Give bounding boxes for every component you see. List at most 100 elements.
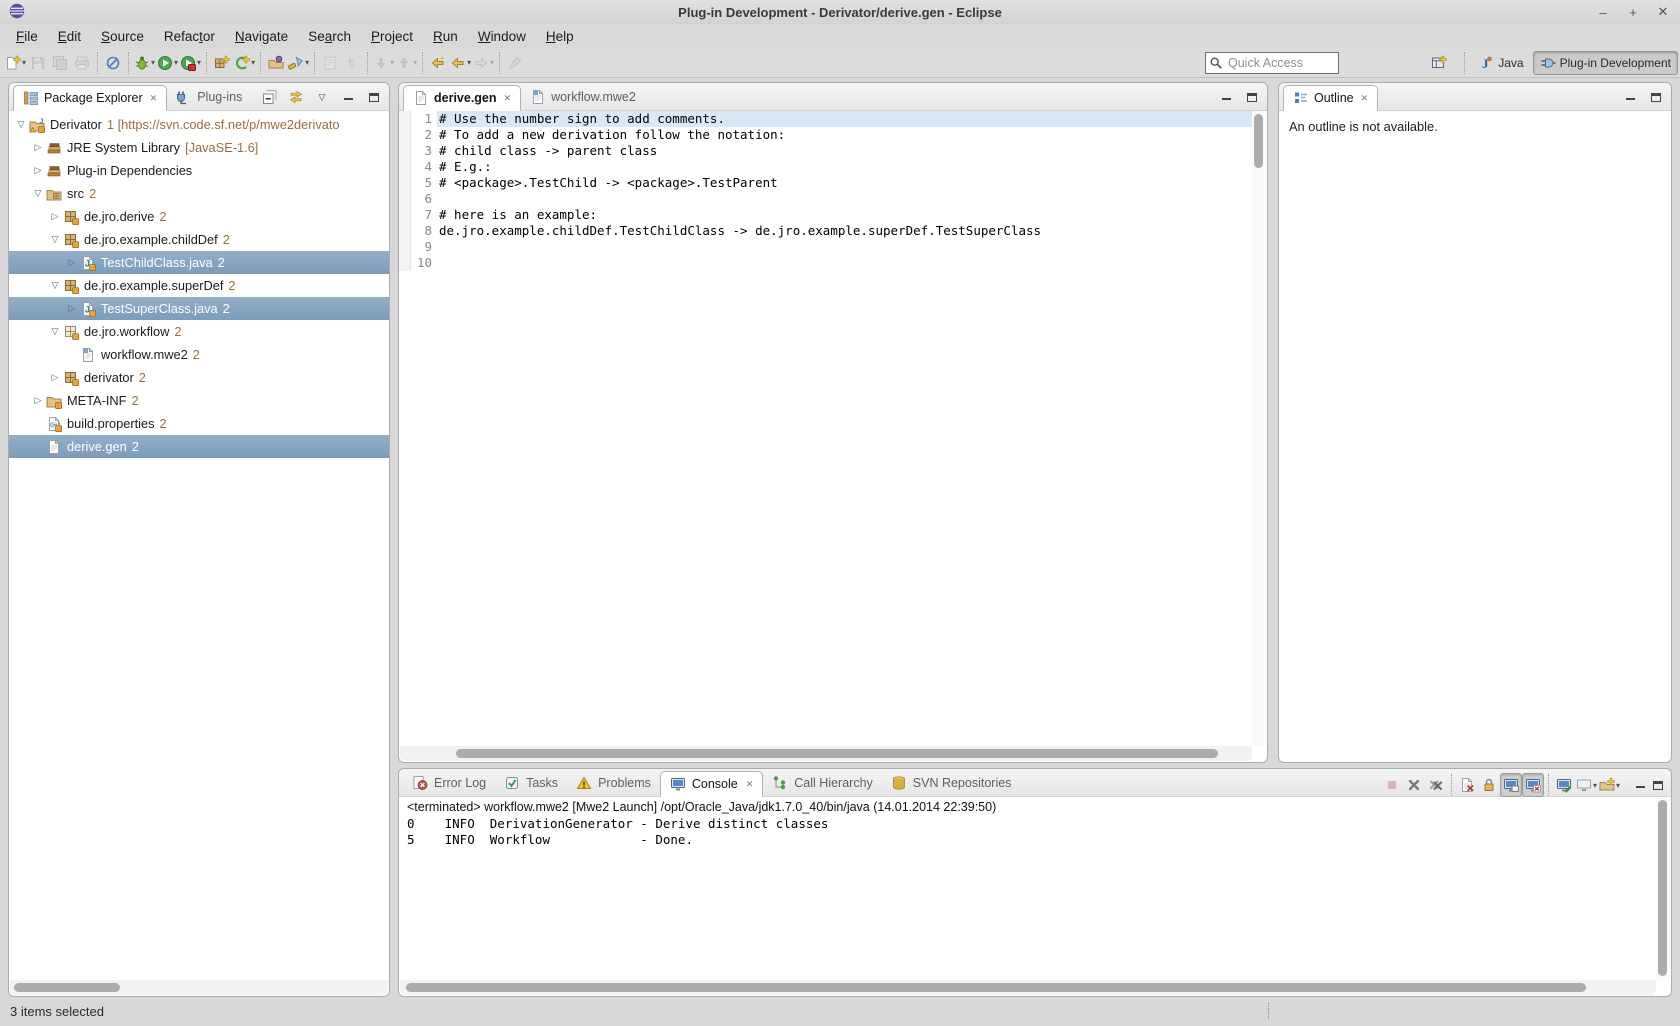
last-edit-location-button[interactable] [427, 51, 449, 75]
clear-console-button[interactable] [1456, 773, 1478, 797]
dropdown-arrow-icon[interactable]: ▾ [1616, 781, 1620, 790]
dropdown-arrow-icon[interactable]: ▾ [197, 58, 201, 67]
show-console-on-stderr-button[interactable] [1521, 773, 1544, 797]
external-tools-button[interactable]: ▾ [179, 51, 202, 75]
back-button[interactable]: ▾ [449, 51, 472, 75]
editor-vscrollbar[interactable] [1252, 112, 1266, 746]
close-window-button[interactable]: ✕ [1656, 4, 1670, 20]
terminate-button[interactable] [1381, 773, 1403, 797]
maximize-view-button[interactable] [1649, 776, 1667, 794]
minimize-view-button[interactable] [1631, 776, 1649, 794]
dropdown-arrow-icon[interactable]: ▾ [22, 58, 26, 67]
menu-window[interactable]: Window [468, 26, 536, 47]
menu-refactor[interactable]: Refactor [154, 26, 225, 47]
tree-item-derivator-pkg[interactable]: derivator 2 [9, 366, 389, 389]
dropdown-arrow-icon[interactable]: ▾ [467, 58, 471, 67]
debug-button[interactable]: ▾ [133, 51, 156, 75]
dropdown-arrow-icon[interactable]: ▾ [305, 58, 309, 67]
tree-expand-arrow-icon[interactable] [47, 326, 63, 337]
tree-item-plugin-dependencies[interactable]: Plug-in Dependencies [9, 159, 389, 182]
tab-error-log[interactable]: Error Log [403, 770, 495, 796]
minimize-window-button[interactable]: – [1596, 5, 1610, 20]
tree-item-de-jro-workflow[interactable]: de.jro.workflow 2 [9, 320, 389, 343]
scroll-lock-button[interactable] [1478, 773, 1500, 797]
tree-item-derive-gen[interactable]: derive.gen 2 [9, 435, 389, 458]
close-tab-icon[interactable]: ✕ [150, 93, 158, 104]
tree-expand-arrow-icon[interactable] [30, 165, 46, 176]
link-with-editor-button[interactable] [287, 88, 305, 106]
remove-launch-button[interactable] [1403, 773, 1425, 797]
pin-console-button[interactable] [1553, 773, 1575, 797]
tree-expand-arrow-icon[interactable] [64, 303, 80, 314]
tree-item-jre-system-library[interactable]: JRE System Library [JavaSE-1.6] [9, 136, 389, 159]
code-editor[interactable]: 1 # Use the number sign to add comments.… [399, 111, 1253, 746]
show-source-button[interactable] [319, 51, 341, 75]
minimize-view-button[interactable] [339, 88, 357, 106]
search-button[interactable]: ▾ [287, 51, 310, 75]
menu-navigate[interactable]: Navigate [225, 26, 298, 47]
tab-call-hierarchy[interactable]: Call Hierarchy [763, 770, 882, 796]
editor-hscrollbar[interactable] [400, 746, 1252, 761]
console-vscrollbar[interactable] [1656, 798, 1670, 980]
menu-edit[interactable]: Edit [48, 26, 91, 47]
console-hscrollbar[interactable] [400, 980, 1656, 995]
package-explorer-hscrollbar[interactable] [10, 980, 388, 995]
dropdown-arrow-icon[interactable]: ▾ [174, 58, 178, 67]
tree-expand-arrow-icon[interactable] [30, 395, 46, 406]
menu-search[interactable]: Search [298, 26, 361, 47]
menu-file[interactable]: File [6, 26, 48, 47]
save-all-button[interactable] [49, 51, 71, 75]
previous-annotation-button[interactable]: ▾ [395, 51, 418, 75]
minimize-view-button[interactable] [1621, 88, 1639, 106]
tree-expand-arrow-icon[interactable] [47, 280, 63, 291]
menu-project[interactable]: Project [361, 26, 423, 47]
show-console-on-stdout-button[interactable] [1499, 773, 1522, 797]
tree-item-de-jro-example-childdef[interactable]: de.jro.example.childDef 2 [9, 228, 389, 251]
tab-plug-ins[interactable]: Plug-ins [167, 84, 251, 110]
menu-source[interactable]: Source [91, 26, 154, 47]
tab-svn-repositories[interactable]: SVN Repositories [882, 770, 1021, 796]
tree-item-meta-inf[interactable]: META-INF 2 [9, 389, 389, 412]
tab-package-explorer[interactable]: Package Explorer ✕ [13, 85, 168, 111]
tree-item-derivator[interactable]: Derivator 1 [https://svn.code.sf.net/p/m… [9, 113, 389, 136]
menu-help[interactable]: Help [536, 26, 584, 47]
close-tab-icon[interactable]: ✕ [746, 779, 754, 790]
view-menu-button[interactable]: ▽ [313, 88, 331, 106]
collapse-all-button[interactable] [261, 88, 279, 106]
tree-item-workflow-mwe2[interactable]: workflow.mwe2 2 [9, 343, 389, 366]
scrollbar-thumb[interactable] [406, 983, 1586, 992]
tree-item-build-properties[interactable]: build.properties 2 [9, 412, 389, 435]
maximize-view-button[interactable] [365, 88, 383, 106]
tab-console[interactable]: Console ✕ [659, 771, 764, 797]
new-wizard-button[interactable]: ▾ [4, 51, 27, 75]
save-button[interactable] [27, 51, 49, 75]
dropdown-arrow-icon[interactable]: ▾ [251, 58, 255, 67]
menu-run[interactable]: Run [423, 26, 468, 47]
next-annotation-button[interactable]: ▾ [372, 51, 395, 75]
forward-button[interactable]: ▾ [472, 51, 495, 75]
code-generation-button[interactable]: ▾ [233, 51, 256, 75]
skip-all-breakpoints-button[interactable] [102, 51, 124, 75]
print-button[interactable] [71, 51, 93, 75]
close-tab-icon[interactable]: ✕ [504, 93, 512, 104]
run-button[interactable]: ▾ [156, 51, 179, 75]
perspective-plugin-development-button[interactable]: Plug-in Development [1532, 51, 1678, 75]
pin-editor-button[interactable] [504, 51, 526, 75]
tree-item-src[interactable]: src 2 [9, 182, 389, 205]
dropdown-arrow-icon[interactable]: ▾ [390, 58, 394, 67]
new-plugin-project-button[interactable] [211, 51, 233, 75]
tree-expand-arrow-icon[interactable] [47, 234, 63, 245]
tree-expand-arrow-icon[interactable] [30, 142, 46, 153]
dropdown-arrow-icon[interactable]: ▾ [1593, 781, 1597, 790]
tree-expand-arrow-icon[interactable] [30, 188, 46, 199]
display-selected-console-button[interactable]: ▾ [1575, 773, 1598, 797]
console-output-area[interactable]: <terminated> workflow.mwe2 [Mwe2 Launch]… [399, 797, 1657, 980]
open-console-button[interactable]: ▾ [1598, 773, 1621, 797]
tab-tasks[interactable]: Tasks [495, 770, 567, 796]
quick-access-input[interactable] [1205, 52, 1339, 74]
show-whitespace-button[interactable] [341, 51, 363, 75]
close-tab-icon[interactable]: ✕ [1361, 93, 1369, 104]
scrollbar-thumb[interactable] [1254, 114, 1263, 168]
scrollbar-thumb[interactable] [456, 749, 1218, 758]
dropdown-arrow-icon[interactable]: ▾ [151, 58, 155, 67]
